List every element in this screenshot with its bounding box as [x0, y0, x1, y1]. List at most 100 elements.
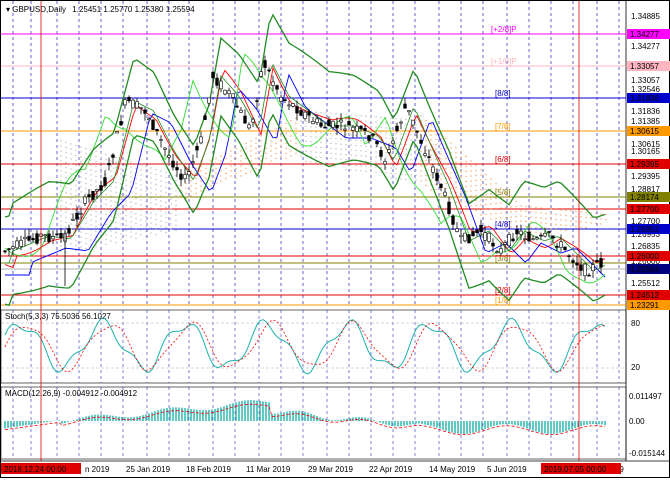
- cloud-dot: [350, 169, 352, 171]
- cloud-dot: [495, 187, 497, 190]
- cloud-dot: [360, 155, 362, 157]
- cloud-dot: [505, 191, 507, 194]
- candle-body: [475, 229, 479, 233]
- cloud-dot: [485, 173, 487, 176]
- cloud-dot: [425, 124, 427, 127]
- cloud-dot: [115, 226, 117, 229]
- cloud-dot: [170, 218, 172, 220]
- cloud-dot: [70, 153, 72, 155]
- cloud-dot: [420, 180, 422, 182]
- cloud-dot: [75, 164, 77, 167]
- cloud-dot: [465, 165, 467, 168]
- cloud-dot: [565, 229, 567, 232]
- cloud-dot: [160, 210, 162, 212]
- cloud-dot: [450, 142, 452, 144]
- cloud-dot: [125, 224, 127, 227]
- cloud-dot: [150, 202, 152, 204]
- cloud-dot: [205, 167, 207, 170]
- cloud-dot: [130, 216, 132, 218]
- cloud-dot: [340, 158, 342, 160]
- cloud-dot: [455, 196, 457, 199]
- cloud-dot: [440, 153, 442, 155]
- candle-body: [187, 171, 191, 176]
- cloud-dot: [80, 176, 82, 178]
- cloud-dot: [95, 165, 97, 168]
- candle-body: [199, 136, 203, 144]
- cloud-dot: [145, 170, 147, 173]
- cloud-dot: [460, 161, 462, 163]
- cloud-dot: [325, 147, 327, 149]
- candle-body: [59, 232, 63, 238]
- cloud-dot: [490, 218, 492, 220]
- cloud-dot: [195, 192, 197, 195]
- cloud-dot: [330, 147, 332, 150]
- cloud-dot: [155, 218, 157, 221]
- cloud-dot: [110, 165, 112, 167]
- cloud-dot: [460, 191, 462, 193]
- candle-body: [291, 103, 295, 107]
- cloud-dot: [345, 118, 347, 121]
- cloud-dot: [165, 176, 167, 179]
- cloud-dot: [370, 140, 372, 143]
- cloud-dot: [470, 160, 472, 162]
- chart-window[interactable]: [+2/8]P [+1/8]P [8/8] [7/8] [6/8] [5/8] [4/8][…: [0, 0, 670, 478]
- cloud-dot: [475, 179, 477, 182]
- cloud-dot: [285, 122, 287, 125]
- candle-body: [535, 237, 539, 240]
- cloud-dot: [325, 157, 327, 159]
- cloud-dot: [355, 169, 357, 172]
- chart-canvas[interactable]: [+2/8]P[+1/8]P[8/8][7/8][6/8][5/8][4/8][…: [0, 1, 670, 479]
- cloud-dot: [570, 220, 572, 222]
- cloud-dot: [500, 187, 502, 189]
- cloud-dot: [80, 241, 82, 243]
- cloud-dot: [415, 154, 417, 156]
- cloud-dot: [440, 193, 442, 195]
- cloud-dot: [435, 168, 437, 171]
- cloud-dot: [160, 230, 162, 232]
- time-axis[interactable]: 2018.12.24 00:00 n 2019 25 Jan 2019 18 Feb …: [1, 463, 624, 474]
- candle-body: [99, 185, 103, 191]
- cloud-dot: [120, 168, 122, 170]
- price-badge-text: 1.33057: [630, 62, 659, 71]
- candle-body: [515, 229, 519, 235]
- cloud-dot: [365, 145, 367, 147]
- cloud-dot: [225, 172, 227, 175]
- cloud-dot: [345, 143, 347, 146]
- cloud-dot: [65, 211, 67, 214]
- cloud-dot: [60, 175, 62, 177]
- cloud-dot: [220, 170, 222, 172]
- candle-body: [271, 81, 275, 86]
- price-panel[interactable]: [1, 1, 626, 306]
- cloud-dot: [65, 251, 67, 254]
- cloud-dot: [370, 155, 372, 158]
- cloud-dot: [295, 152, 297, 155]
- cloud-dot: [465, 205, 467, 208]
- candle-body: [547, 231, 551, 233]
- cloud-dot: [105, 153, 107, 156]
- cloud-dot: [365, 170, 367, 172]
- candle-body: [127, 96, 131, 102]
- cloud-dot: [215, 157, 217, 160]
- cloud-dot: [270, 160, 272, 162]
- cloud-dot: [105, 223, 107, 226]
- price-axis[interactable]: 1.348851.342771.330571.325461.318361.313…: [627, 12, 670, 458]
- cloud-dot: [145, 230, 147, 233]
- cloud-dot: [85, 152, 87, 155]
- cloud-dot: [465, 155, 467, 158]
- cloud-dot: [170, 223, 172, 225]
- cloud-dot: [230, 155, 232, 157]
- cloud-dot: [90, 214, 92, 216]
- cloud-dot: [60, 140, 62, 142]
- cloud-dot: [230, 175, 232, 177]
- candle-body: [491, 242, 495, 247]
- candle-body: [507, 234, 511, 247]
- cloud-dot: [430, 149, 432, 151]
- cloud-dot: [95, 230, 97, 233]
- cloud-dot: [120, 238, 122, 240]
- cloud-dot: [490, 178, 492, 180]
- candle-body: [567, 255, 571, 257]
- price-tick: 1.32546: [631, 85, 660, 94]
- cloud-dot: [240, 165, 242, 167]
- price-badge-text: 1.31836: [630, 94, 659, 103]
- cloud-dot: [320, 146, 322, 149]
